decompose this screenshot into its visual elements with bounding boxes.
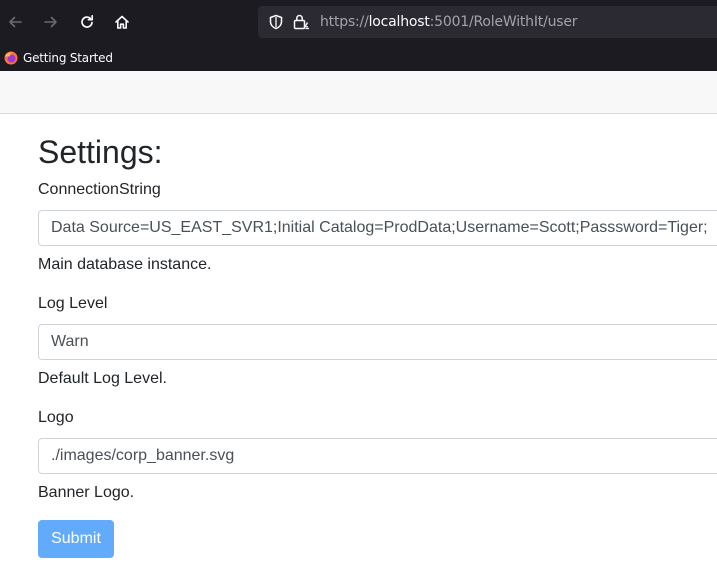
back-arrow-icon bbox=[9, 16, 22, 28]
reload-button[interactable] bbox=[75, 10, 99, 34]
insecure-lock-icon[interactable] bbox=[292, 13, 310, 31]
forward-button[interactable] bbox=[39, 10, 63, 34]
site-navbar bbox=[0, 71, 717, 114]
url-path: :5001/RoleWithIt/user bbox=[429, 14, 578, 30]
back-button[interactable] bbox=[3, 10, 27, 34]
logo-input[interactable] bbox=[38, 438, 717, 474]
address-bar[interactable]: https://localhost:5001/RoleWithIt/user bbox=[258, 6, 717, 38]
log-level-input[interactable] bbox=[38, 324, 717, 360]
page-title: Settings: bbox=[38, 134, 163, 170]
browser-toolbar: https://localhost:5001/RoleWithIt/user bbox=[0, 0, 717, 44]
tracking-shield-icon[interactable] bbox=[268, 14, 284, 30]
forward-arrow-icon bbox=[44, 16, 57, 28]
reload-icon bbox=[81, 14, 94, 28]
logo-help: Banner Logo. bbox=[38, 484, 135, 501]
home-button[interactable] bbox=[110, 10, 134, 34]
log-level-label: Log Level bbox=[38, 295, 108, 312]
url-text[interactable]: https://localhost:5001/RoleWithIt/user bbox=[320, 14, 578, 30]
firefox-icon bbox=[4, 51, 18, 64]
connectionstring-label: ConnectionString bbox=[38, 181, 161, 198]
bookmarks-toolbar: Getting Started bbox=[0, 44, 717, 72]
log-level-help: Default Log Level. bbox=[38, 370, 167, 387]
url-scheme: https:// bbox=[320, 14, 369, 30]
bookmark-getting-started[interactable]: Getting Started bbox=[4, 48, 113, 67]
url-host: localhost bbox=[368, 14, 430, 30]
connectionstring-input[interactable] bbox=[38, 210, 717, 246]
submit-button[interactable]: Submit bbox=[38, 520, 114, 558]
home-icon bbox=[115, 15, 129, 29]
bookmark-label: Getting Started bbox=[23, 50, 113, 65]
logo-label: Logo bbox=[38, 409, 74, 426]
connectionstring-help: Main database instance. bbox=[38, 256, 212, 273]
